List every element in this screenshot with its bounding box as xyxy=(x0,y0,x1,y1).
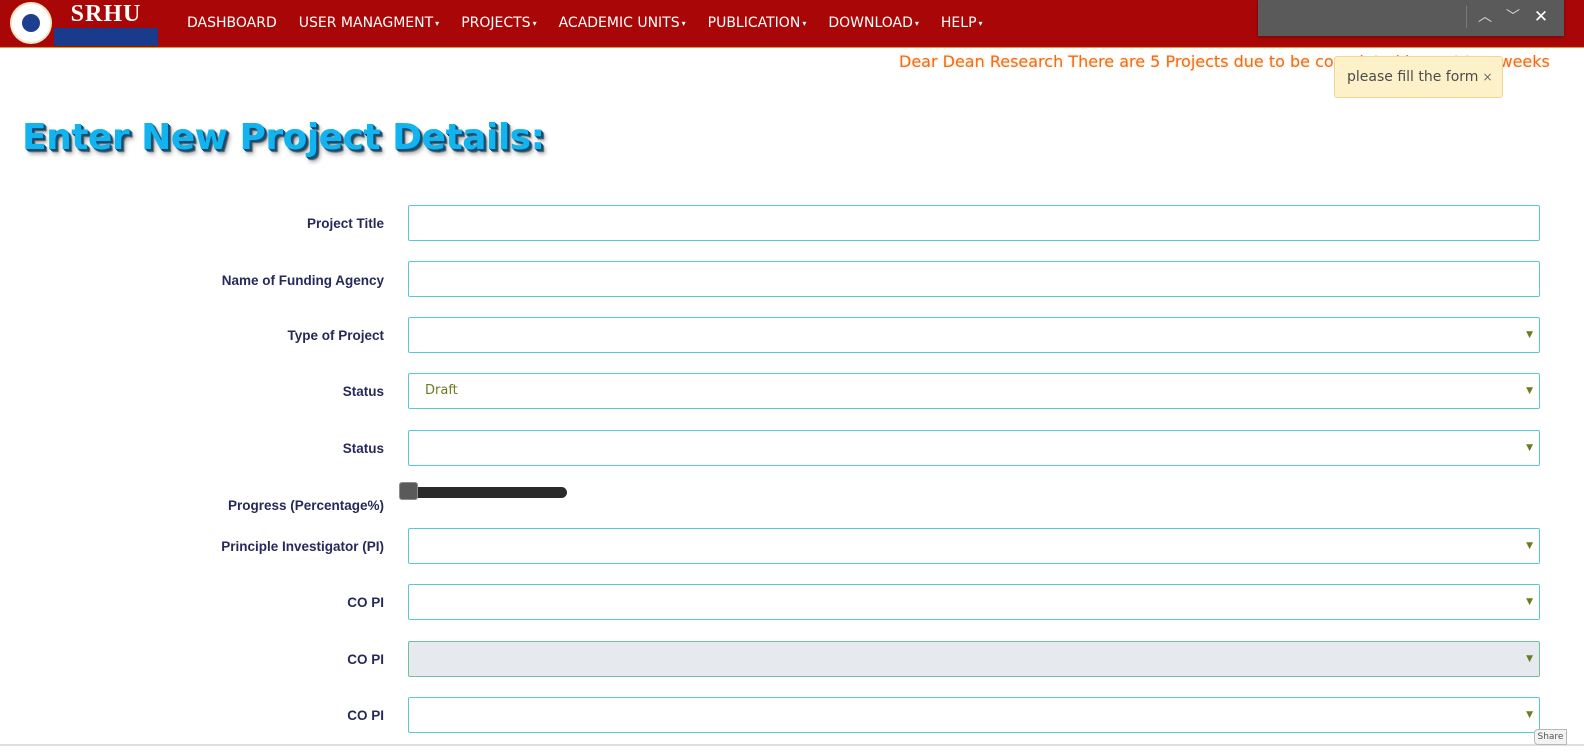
caret-down-icon: ▾ xyxy=(802,19,807,28)
project-title-label: Project Title xyxy=(306,216,384,231)
type-of-project-select[interactable]: ▼ xyxy=(408,317,1540,353)
nav-dashboard[interactable]: DASHBOARD xyxy=(176,0,288,47)
find-bar-divider xyxy=(1466,6,1467,28)
progress-slider-track[interactable] xyxy=(405,487,567,498)
find-close-icon[interactable]: ✕ xyxy=(1530,6,1552,28)
select-arrow-icon: ▼ xyxy=(1526,597,1533,607)
select-arrow-icon: ▼ xyxy=(1526,541,1533,551)
page-bottom-divider xyxy=(0,744,1584,746)
share-button[interactable]: Share xyxy=(1534,729,1567,745)
type-of-project-label: Type of Project xyxy=(287,328,384,343)
status-secondary-select[interactable]: ▼ xyxy=(408,430,1540,466)
toast-close-icon[interactable]: × xyxy=(1482,70,1492,84)
find-input[interactable] xyxy=(1266,6,1462,28)
logo-brand-text: SRHU xyxy=(70,1,142,27)
principal-investigator-select[interactable]: ▼ xyxy=(408,528,1540,564)
project-title-input[interactable] xyxy=(408,205,1540,241)
validation-toast: please fill the form × xyxy=(1334,56,1503,98)
principal-investigator-label: Principle Investigator (PI) xyxy=(221,539,384,554)
progress-slider-handle[interactable] xyxy=(399,482,418,500)
nav-academic-units[interactable]: ACADEMIC UNITS ▾ xyxy=(548,0,697,47)
co-pi-1-label: CO PI xyxy=(347,595,384,610)
co-pi-2-label: CO PI xyxy=(347,652,384,667)
caret-down-icon: ▾ xyxy=(532,19,537,28)
select-arrow-icon: ▼ xyxy=(1526,443,1533,453)
status-label: Status xyxy=(342,384,384,399)
nav-download[interactable]: DOWNLOAD ▾ xyxy=(817,0,930,47)
nav-publication[interactable]: PUBLICATION ▾ xyxy=(697,0,818,47)
university-seal-icon xyxy=(10,2,52,44)
progress-label: Progress (Percentage%) xyxy=(227,498,384,513)
status-secondary-label: Status xyxy=(342,441,384,456)
select-arrow-icon: ▼ xyxy=(1526,654,1533,664)
srhu-logo[interactable]: SRHU xyxy=(10,2,158,46)
select-arrow-icon: ▼ xyxy=(1526,710,1533,720)
caret-down-icon: ▾ xyxy=(914,19,919,28)
funding-agency-input[interactable] xyxy=(408,261,1540,297)
select-arrow-icon: ▼ xyxy=(1526,386,1533,396)
logo-subtitle-band xyxy=(54,28,158,46)
status-selected-value: Draft xyxy=(425,383,458,398)
nav-help[interactable]: HELP ▾ xyxy=(930,0,994,47)
find-bar: ︿ ﹀ ✕ xyxy=(1258,0,1564,36)
caret-down-icon: ▾ xyxy=(681,19,686,28)
status-select[interactable]: Draft ▼ xyxy=(408,373,1540,409)
select-arrow-icon: ▼ xyxy=(1526,330,1533,340)
co-pi-3-select[interactable]: ▼ xyxy=(408,697,1540,733)
caret-down-icon: ▾ xyxy=(435,19,440,28)
co-pi-1-select[interactable]: ▼ xyxy=(408,584,1540,620)
caret-down-icon: ▾ xyxy=(978,19,983,28)
co-pi-3-label: CO PI xyxy=(347,708,384,723)
funding-agency-label: Name of Funding Agency xyxy=(221,273,384,288)
find-previous-icon[interactable]: ︿ xyxy=(1474,6,1496,28)
toast-message: please fill the form xyxy=(1347,69,1479,85)
nav-user-management[interactable]: USER MANAGMENT ▾ xyxy=(288,0,450,47)
co-pi-2-select[interactable]: ▼ xyxy=(408,641,1540,677)
progress-slider[interactable] xyxy=(399,482,567,500)
page-title: Enter New Project Details: xyxy=(22,117,545,158)
nav-projects[interactable]: PROJECTS ▾ xyxy=(450,0,547,47)
main-nav: DASHBOARD USER MANAGMENT ▾ PROJECTS ▾ ACAD… xyxy=(176,0,994,47)
find-next-icon[interactable]: ﹀ xyxy=(1502,6,1524,28)
